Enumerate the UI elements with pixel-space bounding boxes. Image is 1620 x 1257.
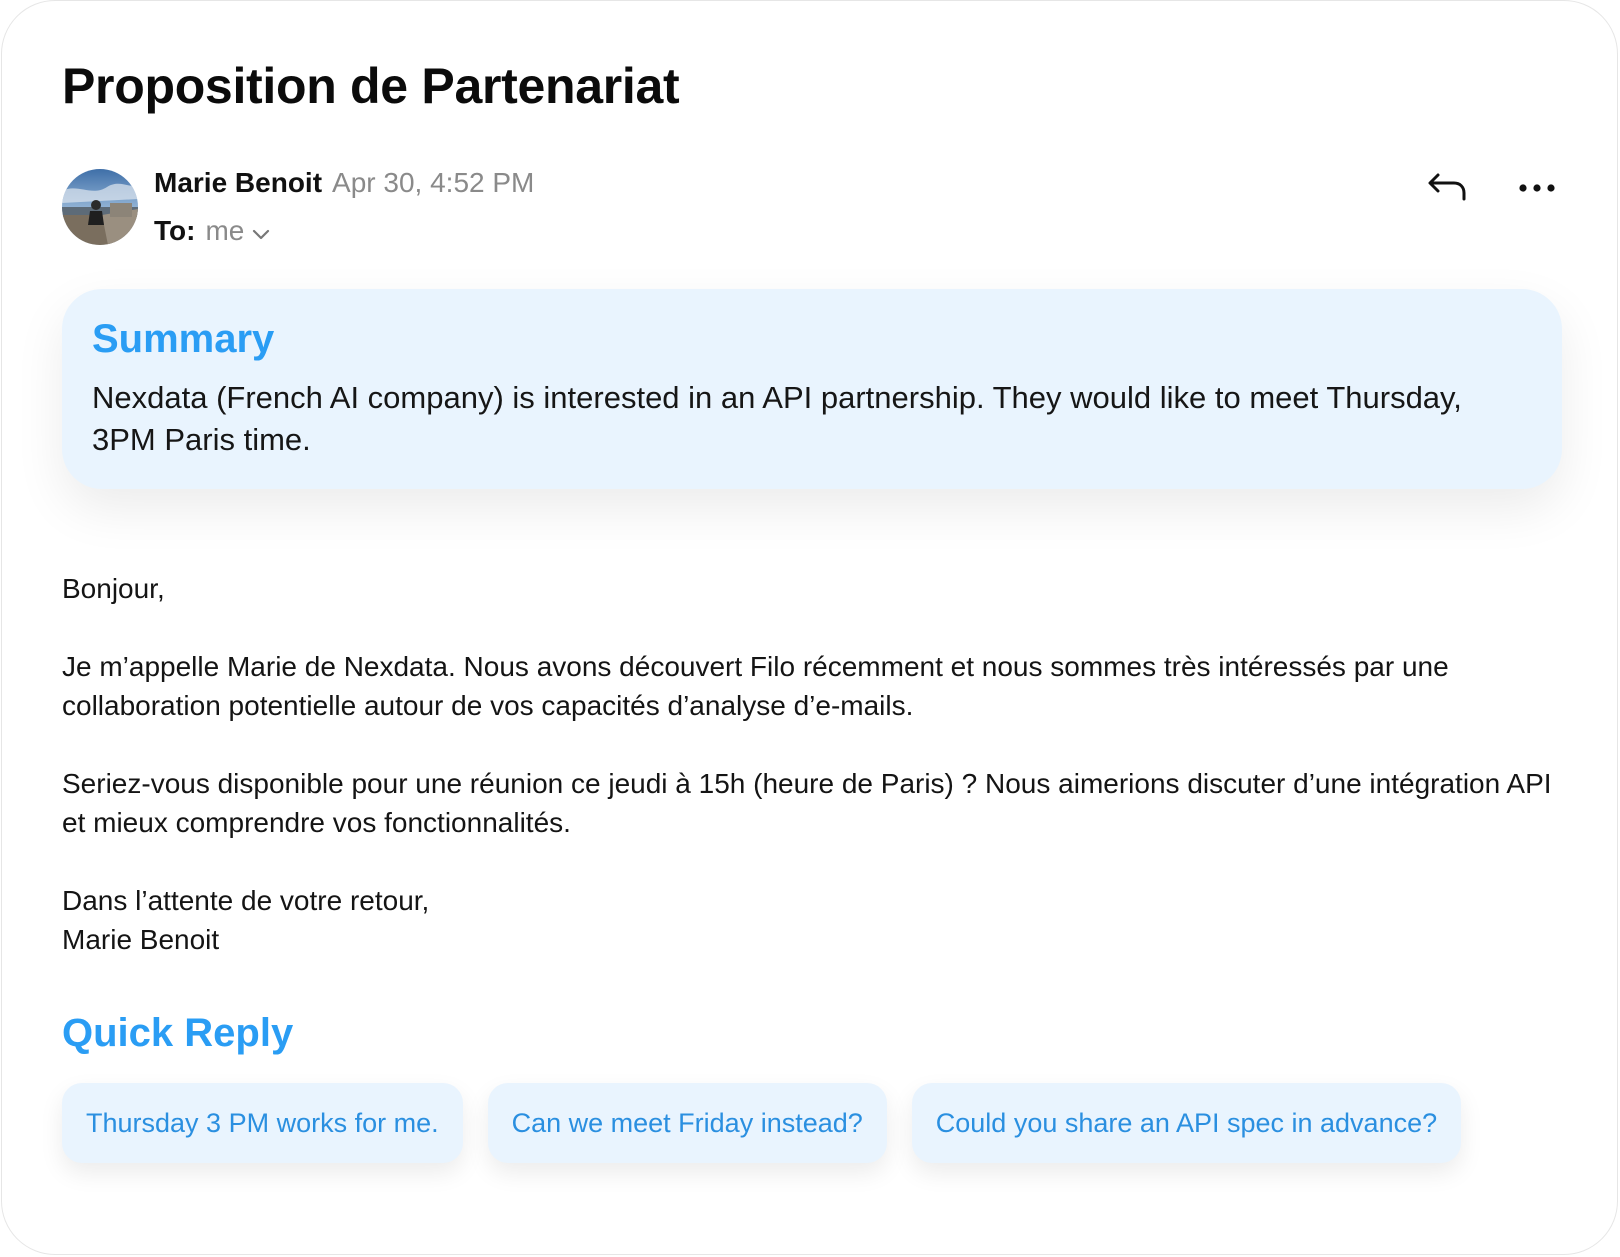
chevron-down-icon[interactable]: [250, 220, 272, 242]
sender-avatar[interactable]: [62, 169, 138, 245]
body-paragraph-2: Seriez-vous disponible pour une réunion …: [62, 768, 1552, 838]
quick-reply-options: Thursday 3 PM works for me. Can we meet …: [62, 1083, 1462, 1163]
quick-reply-chip[interactable]: Could you share an API spec in advance?: [911, 1083, 1462, 1163]
body-closing: Dans l’attente de votre retour,: [62, 885, 430, 916]
body-paragraph-1: Je m’appelle Marie de Nexdata. Nous avon…: [62, 651, 1449, 721]
email-card: Proposition de Partenariat Marie Benoit A…: [1, 0, 1618, 1255]
recipient-row[interactable]: To: me: [154, 215, 272, 247]
more-horizontal-icon[interactable]: [1516, 173, 1558, 203]
summary-title: Summary: [92, 317, 275, 361]
recipient-value: me: [205, 215, 245, 246]
avatar-photo: [62, 169, 138, 245]
sender-name[interactable]: Marie Benoit: [154, 167, 322, 198]
quick-reply-chip[interactable]: Can we meet Friday instead?: [487, 1083, 887, 1163]
sender-row: Marie Benoit Apr 30, 4:52 PM: [154, 167, 534, 199]
summary-text: Nexdata (French AI company) is intereste…: [92, 380, 1462, 457]
body-signature: Marie Benoit: [62, 924, 220, 955]
email-subject: Proposition de Partenariat: [62, 58, 680, 114]
email-body: Bonjour, Je m’appelle Marie de Nexdata. …: [62, 569, 1562, 959]
body-greeting: Bonjour,: [62, 573, 165, 604]
quick-reply-title: Quick Reply: [62, 1011, 294, 1055]
email-date: Apr 30, 4:52 PM: [332, 167, 535, 198]
quick-reply-chip[interactable]: Thursday 3 PM works for me.: [62, 1083, 463, 1163]
ai-summary-panel: Summary Nexdata (French AI company) is i…: [62, 289, 1562, 489]
reply-icon[interactable]: [1426, 169, 1468, 205]
to-label: To:: [154, 215, 196, 246]
